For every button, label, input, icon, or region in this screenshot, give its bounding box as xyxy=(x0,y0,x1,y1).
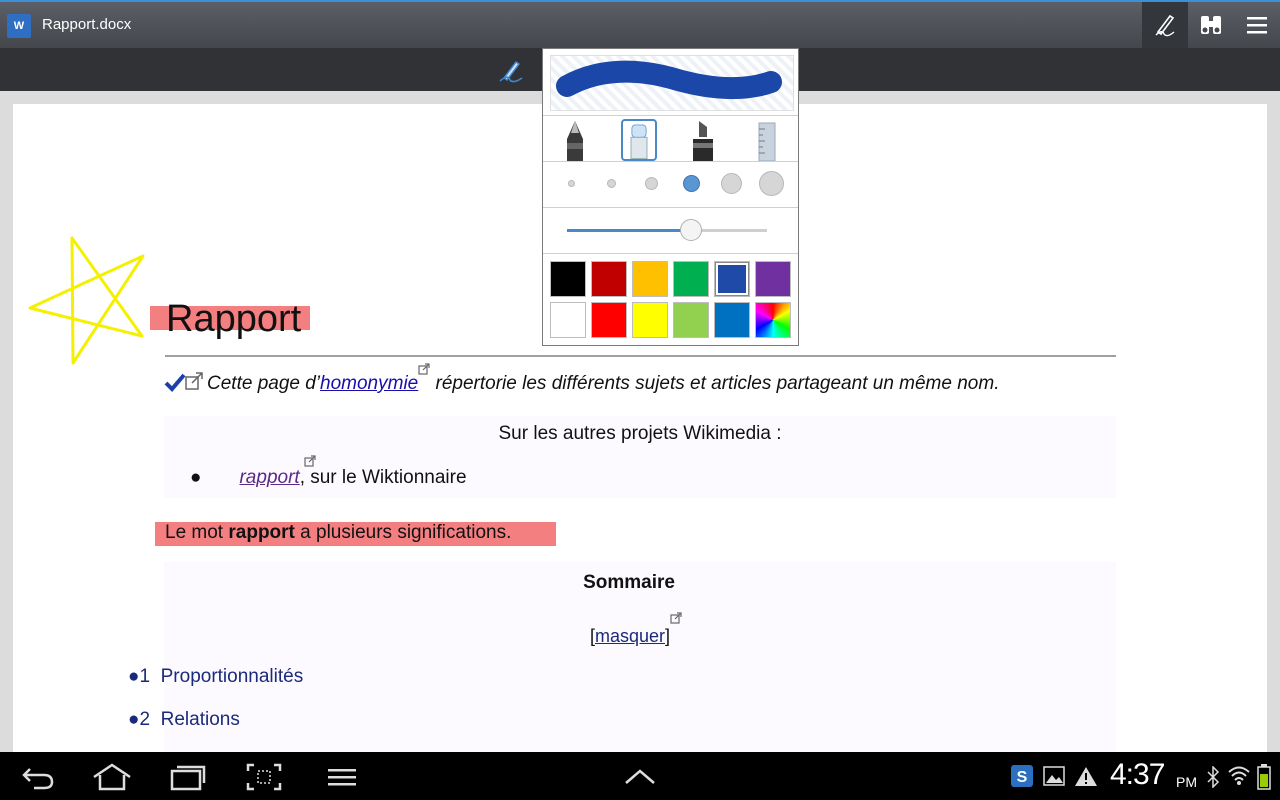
masquer-link[interactable]: masquer xyxy=(595,626,665,646)
sentence-bold-word: rapport xyxy=(228,522,295,543)
color-swatch[interactable] xyxy=(755,261,791,297)
warning-icon xyxy=(1075,767,1097,786)
color-swatch[interactable] xyxy=(632,302,668,338)
pen-settings-panel xyxy=(542,48,799,346)
significations-sentence: Le mot rapport a plusieurs signification… xyxy=(165,522,511,544)
homonymie-notice: Cette page d’homonymie répertorie les di… xyxy=(207,363,1000,395)
toc-number: 2 xyxy=(139,709,151,730)
wiktionnaire-text: , sur le Wiktionnaire xyxy=(299,467,467,488)
svg-text:S: S xyxy=(1017,769,1028,786)
marker-tool-icon[interactable] xyxy=(685,119,721,161)
clock-time: 4:37 xyxy=(1110,758,1165,791)
clock-ampm: PM xyxy=(1176,774,1197,790)
disambiguation-icon xyxy=(164,372,203,392)
document-title: Rapport.docx xyxy=(42,16,132,33)
sentence-before: Le mot xyxy=(165,522,229,543)
word-app-icon[interactable]: W xyxy=(7,14,31,38)
size-option[interactable] xyxy=(568,180,575,187)
color-swatch[interactable] xyxy=(673,261,709,297)
color-swatch[interactable] xyxy=(673,302,709,338)
bracket-close: ] xyxy=(665,626,671,646)
external-link-icon xyxy=(304,455,316,467)
overflow-menu-button[interactable] xyxy=(1234,2,1280,48)
binoculars-icon xyxy=(1201,16,1221,34)
back-button[interactable] xyxy=(16,762,60,792)
external-link-icon xyxy=(418,363,430,375)
color-swatch[interactable] xyxy=(591,261,627,297)
homonymie-link[interactable]: homonymie xyxy=(320,373,418,394)
stroke-preview xyxy=(550,55,794,111)
homonymie-text-after: répertorie les différents sujets et arti… xyxy=(430,373,1000,394)
color-swatch[interactable] xyxy=(591,302,627,338)
toc-toggle: [masquer] xyxy=(164,612,1108,647)
divider xyxy=(543,115,798,116)
wiktionnaire-link[interactable]: rapport xyxy=(239,467,299,488)
pen-icon xyxy=(1155,14,1175,37)
size-option[interactable] xyxy=(645,177,658,190)
pen-tool-icon[interactable] xyxy=(557,119,593,161)
system-navigation-bar: S xyxy=(0,752,1280,800)
home-button[interactable] xyxy=(90,762,134,792)
divider xyxy=(543,161,798,162)
menu-icon xyxy=(328,769,356,786)
find-button[interactable] xyxy=(1188,2,1234,48)
ruler-tool-icon[interactable] xyxy=(749,119,785,161)
color-swatch[interactable] xyxy=(550,302,586,338)
title-bar: W Rapport.docx xyxy=(0,0,1280,48)
wiktionnaire-item: ● rapport, sur le Wiktionnaire xyxy=(190,455,467,489)
opacity-slider-thumb[interactable] xyxy=(680,219,702,241)
toc-item[interactable]: ●1 Proportionnalités xyxy=(128,666,303,688)
toc-label: Proportionnalités xyxy=(160,666,304,687)
color-swatch[interactable] xyxy=(550,261,586,297)
brush-tool-icon[interactable] xyxy=(621,119,657,161)
wikimedia-title: Sur les autres projets Wikimedia : xyxy=(498,423,782,444)
back-icon xyxy=(22,768,54,790)
up-button[interactable] xyxy=(618,762,662,792)
heading-rule xyxy=(165,355,1116,357)
app-icon-letter: W xyxy=(13,20,25,32)
stroke-preview-curve xyxy=(556,60,782,100)
size-option[interactable] xyxy=(721,173,742,194)
home-icon xyxy=(93,763,131,791)
menu-icon xyxy=(1247,17,1267,34)
menu-button[interactable] xyxy=(320,762,364,792)
pen-mode-button[interactable] xyxy=(1142,2,1188,48)
bullet: ● xyxy=(190,467,202,488)
gallery-icon xyxy=(1043,766,1065,786)
sync-icon: S xyxy=(1011,765,1033,787)
bluetooth-icon xyxy=(1207,766,1220,788)
color-swatch-selected[interactable] xyxy=(714,261,750,297)
page-title: Rapport xyxy=(166,298,302,340)
recent-apps-icon xyxy=(170,765,206,791)
battery-icon xyxy=(1257,764,1271,790)
recent-apps-button[interactable] xyxy=(166,762,210,792)
up-arrow-icon xyxy=(625,769,655,784)
external-link-icon xyxy=(670,612,682,624)
toc-label: Relations xyxy=(160,709,240,730)
size-option[interactable] xyxy=(759,171,784,196)
color-swatch[interactable] xyxy=(714,302,750,338)
wifi-icon xyxy=(1228,766,1250,785)
opacity-slider[interactable] xyxy=(567,219,767,241)
toc-item[interactable]: ●2 Relations xyxy=(128,709,240,731)
color-swatch[interactable] xyxy=(632,261,668,297)
toc-title: Sommaire xyxy=(583,572,675,593)
color-swatch[interactable] xyxy=(755,302,791,338)
divider xyxy=(543,207,798,208)
screenshot-icon xyxy=(246,763,282,791)
pen-settings-icon[interactable] xyxy=(496,56,526,86)
star-drawing xyxy=(28,236,145,365)
size-option-selected[interactable] xyxy=(683,175,700,192)
homonymie-text-before: Cette page d’ xyxy=(207,373,321,394)
toc-number: 1 xyxy=(139,666,151,687)
divider xyxy=(543,253,798,254)
opacity-slider-fill xyxy=(567,229,691,232)
size-option[interactable] xyxy=(607,179,616,188)
screenshot-button[interactable] xyxy=(242,762,286,792)
sentence-after: a plusieurs significations. xyxy=(294,522,512,543)
